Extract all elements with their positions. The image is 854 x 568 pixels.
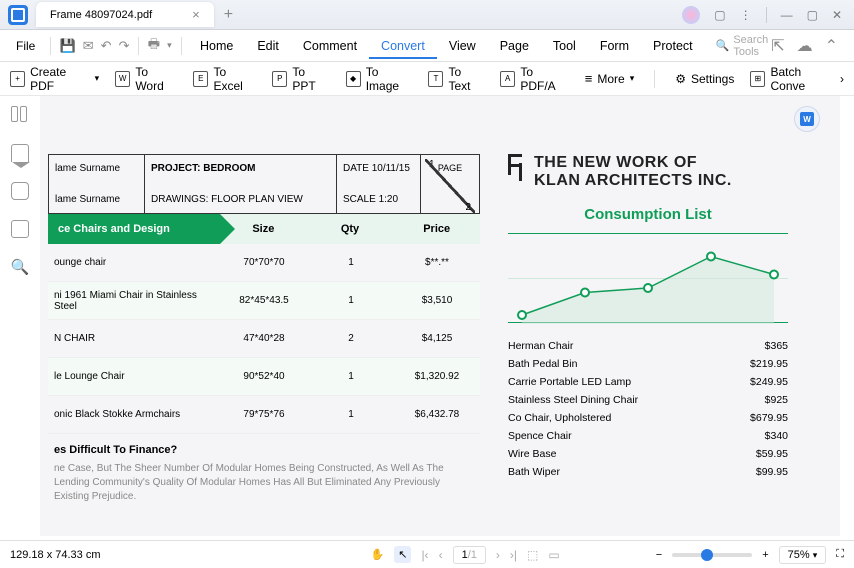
list-item: Co Chair, Upholstered$679.95 [508,409,788,427]
share-icon[interactable]: ⇱ [771,36,784,56]
undo-icon[interactable]: ↶ [101,36,112,56]
settings-button[interactable]: ⚙Settings [675,72,734,86]
chevron-down-icon[interactable]: ▾ [167,36,172,56]
search-tools[interactable]: 🔍 Search Tools [716,34,769,58]
list-item: Bath Pedal Bin$219.95 [508,355,788,373]
fullscreen-icon[interactable]: ⛶ [836,548,844,561]
dimensions-readout: 129.18 x 74.33 cm [10,549,101,561]
minimize-button[interactable]: — [781,8,793,22]
cloud-icon[interactable]: ☁ [797,36,813,56]
consumption-list: Herman Chair$365Bath Pedal Bin$219.95Car… [508,337,788,481]
list-item: Herman Chair$365 [508,337,788,355]
file-menu[interactable]: File [8,35,43,57]
menu-tool[interactable]: Tool [541,35,588,57]
menu-comment[interactable]: Comment [291,35,369,57]
list-item: Wire Base$59.95 [508,445,788,463]
to-word-button[interactable]: WTo Word [115,65,177,93]
menu-view[interactable]: View [437,35,488,57]
prev-page-button[interactable]: ‹ [439,548,443,562]
product-table: ounge chair70*70*701$**.**ni 1961 Miami … [48,244,480,434]
search-rail-icon[interactable]: 🔍 [11,258,30,276]
menu-edit[interactable]: Edit [245,35,291,57]
chair-icon [508,154,526,176]
save-icon[interactable]: 💾 [60,36,76,56]
menu-protect[interactable]: Protect [641,35,705,57]
comment-icon[interactable] [11,182,29,200]
ai-icon[interactable] [682,6,700,24]
tab-title: Frame 48097024.pdf [50,9,152,21]
zoom-out-button[interactable]: − [656,549,662,561]
more-button[interactable]: ≡More▾ [585,71,634,86]
close-tab-icon[interactable]: × [192,7,200,22]
create-pdf-button[interactable]: +Create PDF▾ [10,65,99,93]
search-icon: 🔍 [716,39,730,52]
to-pdfa-button[interactable]: ATo PDF/A [500,65,569,93]
page-indicator[interactable]: 1/1 [453,546,486,564]
attachment-icon[interactable] [11,220,29,238]
menu-page[interactable]: Page [488,35,541,57]
fit-page-icon[interactable]: ▭ [548,548,559,562]
category-banner: ce Chairs and Design SizeQtyPrice [48,214,480,244]
mail-icon[interactable]: ✉ [83,36,94,56]
brand-title-2: KLAN ARCHITECTS INC. [534,172,732,190]
word-export-badge[interactable]: W [794,106,820,132]
last-page-button[interactable]: ›| [510,548,517,562]
menu-home[interactable]: Home [188,35,245,57]
gear-icon: ⚙ [675,72,686,86]
batch-convert-button[interactable]: ⊞Batch Conve› [750,65,844,93]
table-row: le Lounge Chair90*52*401$1,320.92 [48,358,480,396]
consumption-chart [508,233,788,323]
left-rail: 🔍 [0,96,40,526]
drawing-header-table: lame Surname PROJECT: BEDROOM DATE 10/11… [48,154,480,214]
close-window-button[interactable]: ✕ [832,8,842,22]
menu-convert[interactable]: Convert [369,35,437,59]
table-row: N CHAIR47*40*282$4,125 [48,320,480,358]
consumption-title: Consumption List [508,206,788,223]
to-excel-button[interactable]: ETo Excel [193,65,256,93]
table-row: ni 1961 Miami Chair in Stainless Steel82… [48,282,480,320]
brand-title-1: THE NEW WORK OF [534,154,732,172]
menu-form[interactable]: Form [588,35,641,57]
list-item: Bath Wiper$99.95 [508,463,788,481]
to-text-button[interactable]: TTo Text [428,65,484,93]
new-tab-button[interactable]: + [224,6,233,24]
list-item: Stainless Steel Dining Chair$925 [508,391,788,409]
convert-toolbar: +Create PDF▾ WTo Word ETo Excel PTo PPT … [0,62,854,96]
select-tool-icon[interactable]: ↖ [394,546,411,563]
statusbar: 129.18 x 74.33 cm ✋ ↖ |‹ ‹ 1/1 › ›| ⬚ ▭ … [0,540,854,568]
document-tab[interactable]: Frame 48097024.pdf × [36,2,214,27]
hand-tool-icon[interactable]: ✋ [371,548,385,561]
zoom-in-button[interactable]: + [762,549,768,561]
menubar: File 💾 ✉ ↶ ↷ 🖶 ▾ HomeEditCommentConvertV… [0,30,854,62]
table-row: onic Black Stokke Armchairs79*75*761$6,4… [48,396,480,434]
zoom-slider[interactable] [672,553,752,557]
notes-section: es Difficult To Finance? ne Case, But Th… [48,434,480,514]
redo-icon[interactable]: ↷ [119,36,130,56]
fit-width-icon[interactable]: ⬚ [527,548,538,562]
titlebar: Frame 48097024.pdf × + ▢ ⋮ — ▢ ✕ [0,0,854,30]
zoom-percent[interactable]: 75% ▾ [779,546,827,564]
first-page-button[interactable]: |‹ [421,548,428,562]
kebab-menu-icon[interactable]: ⋮ [740,8,752,22]
list-item: Carrie Portable LED Lamp$249.95 [508,373,788,391]
maximize-button[interactable]: ▢ [807,8,818,22]
table-row: ounge chair70*70*701$**.** [48,244,480,282]
to-image-button[interactable]: ◆To Image [346,65,413,93]
thumbnails-icon[interactable] [11,106,29,124]
notification-icon[interactable]: ▢ [714,8,725,22]
list-item: Spence Chair$340 [508,427,788,445]
app-logo-icon [8,5,28,25]
print-icon[interactable]: 🖶 [148,36,160,56]
chevron-up-icon[interactable]: ⌃ [825,36,838,56]
bookmark-icon[interactable] [11,144,29,162]
document-viewport[interactable]: W lame Surname PROJECT: BEDROOM DATE 10/… [40,96,840,536]
to-ppt-button[interactable]: PTo PPT [272,65,329,93]
next-page-button[interactable]: › [496,548,500,562]
